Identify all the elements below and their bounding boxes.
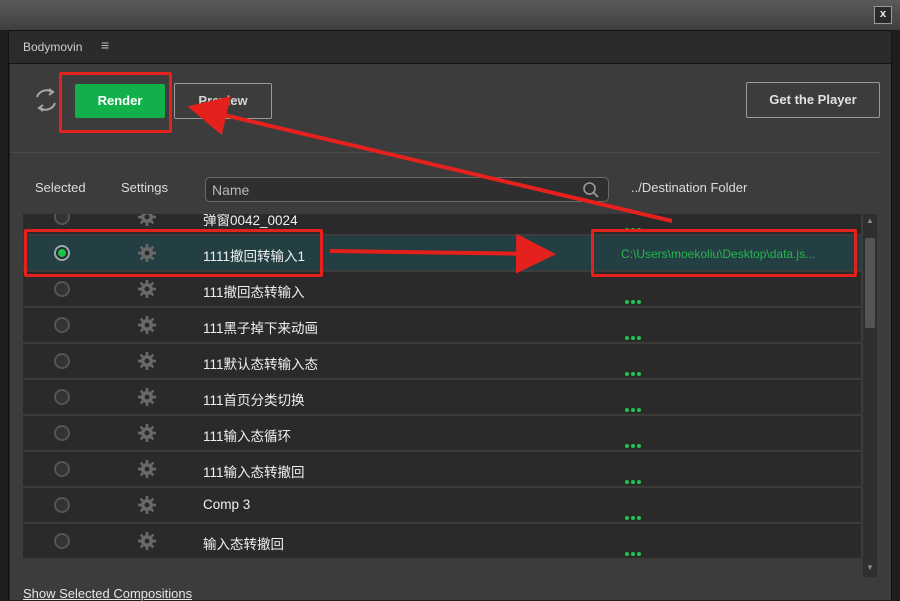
- list-item[interactable]: 输入态转撤回: [23, 524, 861, 558]
- panel-content: Render Preview Get the Player Selected S…: [10, 64, 891, 601]
- list-item[interactable]: Comp 3: [23, 488, 861, 522]
- column-header-settings: Settings: [121, 180, 168, 195]
- destination-more-icon[interactable]: [625, 399, 655, 412]
- gear-icon[interactable]: [137, 495, 157, 515]
- select-radio[interactable]: [54, 389, 70, 405]
- gear-icon[interactable]: [137, 531, 157, 551]
- destination-more-icon[interactable]: [625, 363, 655, 376]
- destination-more-icon[interactable]: [625, 435, 655, 448]
- list-item[interactable]: 111撤回态转输入: [23, 272, 861, 306]
- composition-name: 弹窗0042_0024: [203, 214, 298, 228]
- annotation-box-selected-row: [24, 229, 323, 277]
- column-header-selected: Selected: [35, 180, 86, 195]
- composition-name: 111首页分类切换: [203, 393, 305, 408]
- column-header-destination[interactable]: ../Destination Folder: [631, 180, 747, 195]
- search-icon[interactable]: [582, 181, 600, 199]
- destination-more-icon[interactable]: [625, 543, 655, 556]
- list-scrollbar[interactable]: ▲ ▼: [863, 214, 877, 577]
- composition-name: 111默认态转输入态: [203, 357, 319, 372]
- annotation-box-render: [59, 72, 172, 133]
- destination-more-icon[interactable]: [625, 471, 655, 484]
- select-radio[interactable]: [54, 461, 70, 477]
- gear-icon[interactable]: [137, 214, 157, 227]
- composition-name: Comp 3: [203, 497, 251, 512]
- gear-icon[interactable]: [137, 279, 157, 299]
- gear-icon[interactable]: [137, 387, 157, 407]
- list-item[interactable]: 111黑子掉下来动画: [23, 308, 861, 342]
- list-item[interactable]: 111首页分类切换: [23, 380, 861, 414]
- select-radio[interactable]: [54, 281, 70, 297]
- hamburger-menu-icon[interactable]: ≡: [101, 37, 109, 53]
- search-input[interactable]: [212, 181, 572, 199]
- composition-name: 输入态转撤回: [203, 537, 284, 552]
- destination-more-icon[interactable]: [625, 219, 655, 232]
- list-item[interactable]: 111默认态转输入态: [23, 344, 861, 378]
- annotation-box-destination: [591, 229, 857, 277]
- composition-name: 111输入态循环: [203, 429, 292, 444]
- destination-more-icon[interactable]: [625, 507, 655, 520]
- destination-more-icon[interactable]: [625, 327, 655, 340]
- composition-name: 111撤回态转输入: [203, 285, 305, 300]
- list-item[interactable]: 111输入态循环: [23, 416, 861, 450]
- select-radio[interactable]: [54, 214, 70, 225]
- search-box: [205, 177, 609, 202]
- get-the-player-button[interactable]: Get the Player: [746, 82, 880, 118]
- composition-name: 111黑子掉下来动画: [203, 321, 319, 336]
- scroll-up-arrow-icon[interactable]: ▲: [863, 216, 877, 228]
- select-radio[interactable]: [54, 533, 70, 549]
- gear-icon[interactable]: [137, 315, 157, 335]
- toolbar-divider: [10, 152, 880, 153]
- list-item[interactable]: 111输入态转撤回: [23, 452, 861, 486]
- panel-title: Bodymovin: [23, 40, 83, 54]
- select-radio[interactable]: [54, 425, 70, 441]
- gear-icon[interactable]: [137, 351, 157, 371]
- destination-more-icon[interactable]: [625, 291, 655, 304]
- composition-name: 111输入态转撤回: [203, 465, 305, 480]
- gear-icon[interactable]: [137, 423, 157, 443]
- scroll-thumb[interactable]: [865, 238, 875, 328]
- close-button[interactable]: x: [874, 6, 892, 24]
- select-radio[interactable]: [54, 353, 70, 369]
- refresh-icon[interactable]: [32, 86, 60, 114]
- host-titlebar: x: [0, 0, 900, 30]
- show-selected-compositions-link[interactable]: Show Selected Compositions: [23, 586, 192, 601]
- gear-icon[interactable]: [137, 459, 157, 479]
- select-radio[interactable]: [54, 497, 70, 513]
- select-radio[interactable]: [54, 317, 70, 333]
- panel-tab[interactable]: Bodymovin ≡: [9, 31, 891, 64]
- scroll-down-arrow-icon[interactable]: ▼: [863, 563, 877, 575]
- preview-button[interactable]: Preview: [174, 83, 272, 119]
